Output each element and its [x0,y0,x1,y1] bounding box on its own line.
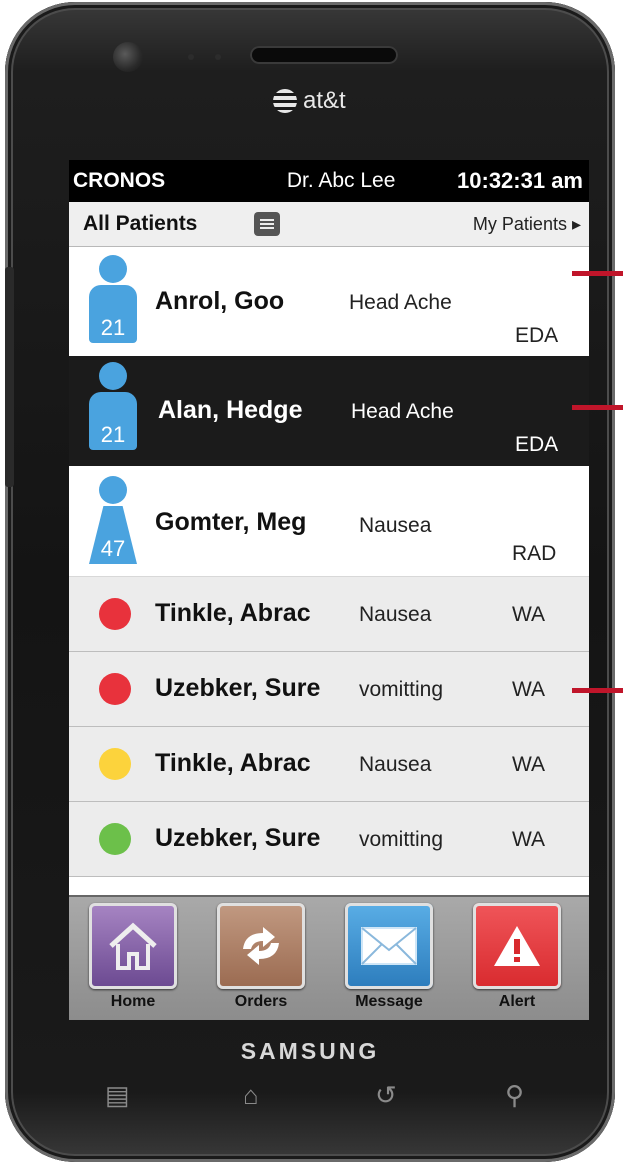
menu-icon[interactable] [254,212,280,236]
doctor-name: Dr. Abc Lee [286,169,396,192]
male-person-icon: 21 [87,255,139,345]
volume-button[interactable] [5,267,14,487]
patient-age: 21 [89,392,137,450]
patient-unit: WA [512,603,546,626]
patient-name: Anrol, Goo [155,287,285,315]
patient-row[interactable]: 47 Gomter, Meg Nausea RAD [69,466,589,577]
patient-unit: WA [512,753,546,776]
patient-unit: EDA [515,324,559,347]
patient-row[interactable]: Tinkle, Abrac Nausea WA [69,727,589,802]
patient-row[interactable]: Tinkle, Abrac Nausea WA [69,577,589,652]
patient-row[interactable]: Uzebker, Sure vomitting WA [69,652,589,727]
hw-search-icon[interactable]: ⚲ [505,1080,524,1111]
all-patients-tab[interactable]: All Patients [83,212,197,236]
nav-alert-button[interactable]: Alert [471,903,563,1011]
patient-age: 47 [89,506,137,564]
screen: CRONOS Dr. Abc Lee 10:32:31 am All Patie… [69,160,589,1020]
clock: 10:32:31 am [457,168,583,193]
status-bar: CRONOS Dr. Abc Lee 10:32:31 am [69,160,589,202]
nav-message-button[interactable]: Message [343,903,435,1011]
female-person-icon: 47 [87,476,139,566]
carrier-logo: at&t [273,87,346,115]
status-dot [99,598,131,630]
list-header: All Patients My Patients ▸ [69,202,589,247]
patient-row-selected[interactable]: 21 Alan, Hedge Head Ache EDA [69,356,589,466]
patient-name: Tinkle, Abrac [155,599,311,627]
nav-label: Orders [234,993,288,1010]
app-name: CRONOS [73,169,166,192]
patient-name: Tinkle, Abrac [155,749,311,777]
hw-home-icon[interactable]: ⌂ [243,1080,259,1111]
front-camera [113,42,143,72]
annotation-line [572,405,623,410]
status-dot [99,673,131,705]
patient-name: Gomter, Meg [155,508,307,536]
patient-name: Alan, Hedge [158,396,303,424]
patient-complaint: Head Ache [351,400,454,423]
status-dot [99,823,131,855]
my-patients-link[interactable]: My Patients ▸ [473,214,581,235]
carrier-name: at&t [303,87,346,114]
patient-complaint: vomitting [359,828,444,851]
alert-icon [473,903,561,989]
home-icon [89,903,177,989]
patient-unit: RAD [512,542,557,565]
hw-back-icon[interactable]: ↺ [375,1080,397,1111]
sensor [188,54,194,60]
patient-complaint: Nausea [359,514,432,537]
patient-unit: WA [512,678,546,701]
envelope-icon [345,903,433,989]
patient-name: Uzebker, Sure [155,674,321,702]
att-globe-icon [273,89,297,113]
patient-unit: EDA [515,433,559,456]
hw-menu-icon[interactable]: ▤ [105,1080,130,1111]
patient-unit: WA [512,828,546,851]
male-person-icon: 21 [87,362,139,452]
patient-complaint: Head Ache [349,291,452,314]
patient-name: Uzebker, Sure [155,824,321,852]
nav-orders-button[interactable]: Orders [215,903,307,1011]
earpiece-speaker [250,46,398,64]
patient-complaint: vomitting [359,678,444,701]
patient-age: 21 [89,285,137,343]
nav-label: Alert [498,993,536,1010]
sensor [215,54,221,60]
bottom-nav: Home Orders Message Alert [69,895,589,1020]
patient-complaint: Nausea [359,753,432,776]
status-dot [99,748,131,780]
patient-row[interactable]: 21 Anrol, Goo Head Ache EDA [69,247,589,358]
nav-label: Home [110,993,156,1010]
nav-home-button[interactable]: Home [87,903,179,1011]
patient-row[interactable]: Uzebker, Sure vomitting WA [69,802,589,877]
phone-frame: at&t CRONOS Dr. Abc Lee 10:32:31 am All … [5,2,615,1162]
annotation-line [572,271,623,276]
annotation-line [572,688,623,693]
refresh-icon [217,903,305,989]
patient-complaint: Nausea [359,603,432,626]
brand-logo: SAMSUNG [240,1038,380,1064]
nav-label: Message [355,993,423,1010]
